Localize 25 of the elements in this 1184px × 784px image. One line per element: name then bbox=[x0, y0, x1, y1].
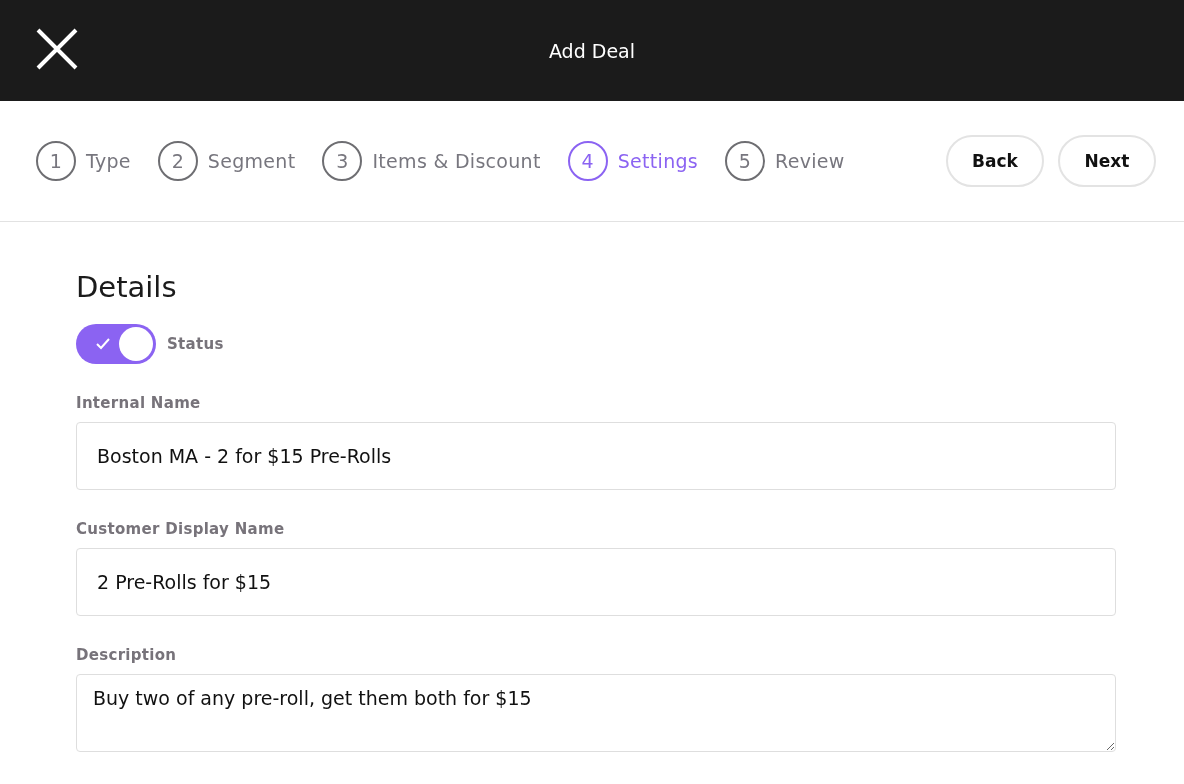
step-label[interactable]: Settings bbox=[617, 150, 699, 172]
step-number[interactable]: 2 bbox=[157, 141, 198, 181]
step-label[interactable]: Items & Discount bbox=[372, 150, 541, 172]
input-field[interactable]: 2 Pre-Rolls for $15 bbox=[76, 548, 1116, 616]
field-label: Internal Name bbox=[76, 394, 202, 412]
step-number[interactable]: 5 bbox=[725, 141, 766, 181]
page-title: Add Deal bbox=[547, 39, 637, 62]
section-title: Details bbox=[76, 270, 178, 304]
step-number[interactable]: 3 bbox=[322, 141, 363, 181]
step-number[interactable]: 4 bbox=[567, 141, 608, 181]
step-label[interactable]: Segment bbox=[207, 150, 296, 172]
field-label: Customer Display Name bbox=[76, 520, 286, 538]
step-number[interactable]: 1 bbox=[36, 141, 76, 181]
status-label: Status bbox=[167, 335, 224, 353]
close-icon bbox=[34, 26, 80, 72]
step-label[interactable]: Type bbox=[86, 150, 131, 172]
close-button[interactable] bbox=[34, 26, 80, 72]
check-icon bbox=[96, 338, 110, 350]
back-button[interactable]: Back bbox=[946, 135, 1044, 187]
status-toggle[interactable] bbox=[76, 324, 156, 364]
input-field[interactable]: Boston MA - 2 for $15 Pre-Rolls bbox=[76, 422, 1116, 490]
step-label[interactable]: Review bbox=[775, 150, 845, 172]
description-field[interactable]: Buy two of any pre-roll, get them both for $15 bbox=[76, 674, 1116, 752]
field-label: Description bbox=[76, 646, 178, 664]
next-button[interactable]: Next bbox=[1058, 135, 1156, 187]
